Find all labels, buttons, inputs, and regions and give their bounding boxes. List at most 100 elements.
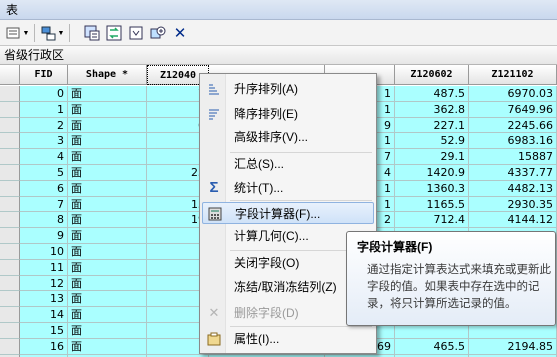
column-header-z120602[interactable]: Z120602 <box>395 65 469 85</box>
table-cell[interactable]: 1165.5 <box>395 196 469 213</box>
row-selector-header[interactable] <box>0 65 20 85</box>
row-selector[interactable] <box>0 228 20 244</box>
row-selector[interactable] <box>0 133 20 150</box>
table-cell[interactable]: 1420.9 <box>395 165 469 181</box>
column-header-fid[interactable]: FID <box>20 65 68 85</box>
clear-selection-icon[interactable] <box>127 24 145 42</box>
row-selector[interactable] <box>0 291 20 308</box>
sort-ascending-icon <box>206 81 222 97</box>
table-cell[interactable]: 面 <box>68 275 147 292</box>
table-cell[interactable]: 面 <box>68 291 147 308</box>
row-selector[interactable] <box>0 275 20 292</box>
table-cell[interactable]: 6983.16 <box>469 133 557 150</box>
table-cell[interactable]: 面 <box>68 323 147 339</box>
table-cell[interactable]: 面 <box>68 165 147 181</box>
menu-item-sort-ascending[interactable]: 升序排列(A) <box>202 78 374 100</box>
table-tab-label: 省级行政区 <box>4 48 65 62</box>
table-cell[interactable]: 0 <box>20 86 68 102</box>
table-cell[interactable]: 6 <box>20 180 68 197</box>
table-cell[interactable]: 面 <box>68 228 147 244</box>
table-cell[interactable]: 4337.77 <box>469 165 557 181</box>
table-cell[interactable]: 52.9 <box>395 133 469 150</box>
column-header-z121102[interactable]: Z121102 <box>469 65 557 85</box>
table-cell[interactable]: 面 <box>68 259 147 276</box>
dropdown-arrow-icon[interactable]: ▼ <box>57 24 65 42</box>
tooltip-body: 通过指定计算表达式来填充或更新此字段的值。如果表中存在选中的记录，将只计算所选记… <box>367 264 551 310</box>
table-cell[interactable]: 面 <box>68 180 147 197</box>
table-cell[interactable]: 15887 <box>469 149 557 165</box>
row-selector[interactable] <box>0 165 20 181</box>
dropdown-arrow-icon[interactable]: ▼ <box>22 24 30 42</box>
table-cell[interactable]: 面 <box>68 117 147 134</box>
table-cell[interactable]: 16 <box>20 338 68 355</box>
row-selector[interactable] <box>0 149 20 165</box>
select-by-attributes-icon[interactable] <box>83 24 101 42</box>
table-cell[interactable]: 面 <box>68 244 147 260</box>
table-cell[interactable]: 2930.35 <box>469 196 557 213</box>
table-cell[interactable]: 362.8 <box>395 101 469 118</box>
table-cell[interactable]: 712.4 <box>395 212 469 229</box>
table-cell[interactable]: 1 <box>20 101 68 118</box>
row-selector[interactable] <box>0 86 20 102</box>
table-cell[interactable]: 7 <box>20 196 68 213</box>
table-cell[interactable]: 2194.85 <box>469 338 557 355</box>
table-options-icon[interactable] <box>5 24 21 42</box>
table-cell[interactable]: 11 <box>20 259 68 276</box>
row-selector[interactable] <box>0 244 20 260</box>
row-selector[interactable] <box>0 212 20 229</box>
row-selector[interactable] <box>0 338 20 355</box>
menu-item-properties[interactable]: 属性(I)... <box>202 328 374 350</box>
row-selector[interactable] <box>0 180 20 197</box>
table-cell[interactable]: 29.1 <box>395 149 469 165</box>
row-selector[interactable] <box>0 101 20 118</box>
table-cell[interactable]: 465.5 <box>395 338 469 355</box>
table-cell[interactable]: 面 <box>68 338 147 355</box>
table-cell[interactable]: 7649.96 <box>469 101 557 118</box>
table-cell[interactable]: 面 <box>68 86 147 102</box>
table-cell[interactable]: 12 <box>20 275 68 292</box>
table-cell[interactable]: 15 <box>20 323 68 339</box>
menu-item-statistics[interactable]: Σ 统计(T)... <box>202 177 374 199</box>
delete-selected-icon[interactable]: ✕ <box>172 24 188 42</box>
table-cell[interactable]: 14 <box>20 307 68 323</box>
sigma-icon: Σ <box>209 179 219 196</box>
switch-selection-icon[interactable] <box>105 24 123 42</box>
properties-icon <box>206 331 222 347</box>
table-cell[interactable]: 5 <box>20 165 68 181</box>
menu-item-summarize[interactable]: 汇总(S)... <box>202 153 374 175</box>
table-cell[interactable]: 2245.66 <box>469 117 557 134</box>
table-cell[interactable]: 1360.3 <box>395 180 469 197</box>
menu-item-sort-descending[interactable]: 降序排列(E) <box>202 103 374 125</box>
row-selector[interactable] <box>0 323 20 339</box>
table-cell[interactable]: 4144.12 <box>469 212 557 229</box>
table-cell[interactable]: 面 <box>68 149 147 165</box>
row-selector[interactable] <box>0 307 20 323</box>
table-cell[interactable]: 487.5 <box>395 86 469 102</box>
table-cell[interactable]: 4 <box>20 149 68 165</box>
table-cell[interactable]: 面 <box>68 196 147 213</box>
table-cell[interactable]: 面 <box>68 307 147 323</box>
row-selector[interactable] <box>0 196 20 213</box>
menu-item-advanced-sort[interactable]: 高级排序(V)... <box>202 126 374 148</box>
related-tables-icon[interactable] <box>40 24 56 42</box>
column-header-shape[interactable]: Shape * <box>68 65 147 85</box>
table-cell[interactable]: 13 <box>20 291 68 308</box>
table-cell[interactable]: 227.1 <box>395 117 469 134</box>
menu-item-field-calculator[interactable]: 字段计算器(F)... <box>202 202 374 224</box>
table-cell[interactable]: 9 <box>20 228 68 244</box>
table-cell[interactable]: 10 <box>20 244 68 260</box>
table-cell[interactable]: 面 <box>68 101 147 118</box>
row-selector[interactable] <box>0 259 20 276</box>
table-cell[interactable]: 6970.03 <box>469 86 557 102</box>
table-cell[interactable]: 面 <box>68 133 147 150</box>
calculator-icon <box>207 206 223 222</box>
row-selector[interactable] <box>0 117 20 134</box>
table-cell[interactable]: 2 <box>20 117 68 134</box>
table-cell[interactable]: 8 <box>20 212 68 229</box>
zoom-to-selected-icon[interactable] <box>149 24 167 42</box>
table-cell[interactable]: 3 <box>20 133 68 150</box>
table-tab[interactable]: 省级行政区 <box>0 46 557 65</box>
sort-descending-icon <box>206 106 222 122</box>
table-cell[interactable]: 4482.13 <box>469 180 557 197</box>
table-cell[interactable]: 面 <box>68 212 147 229</box>
